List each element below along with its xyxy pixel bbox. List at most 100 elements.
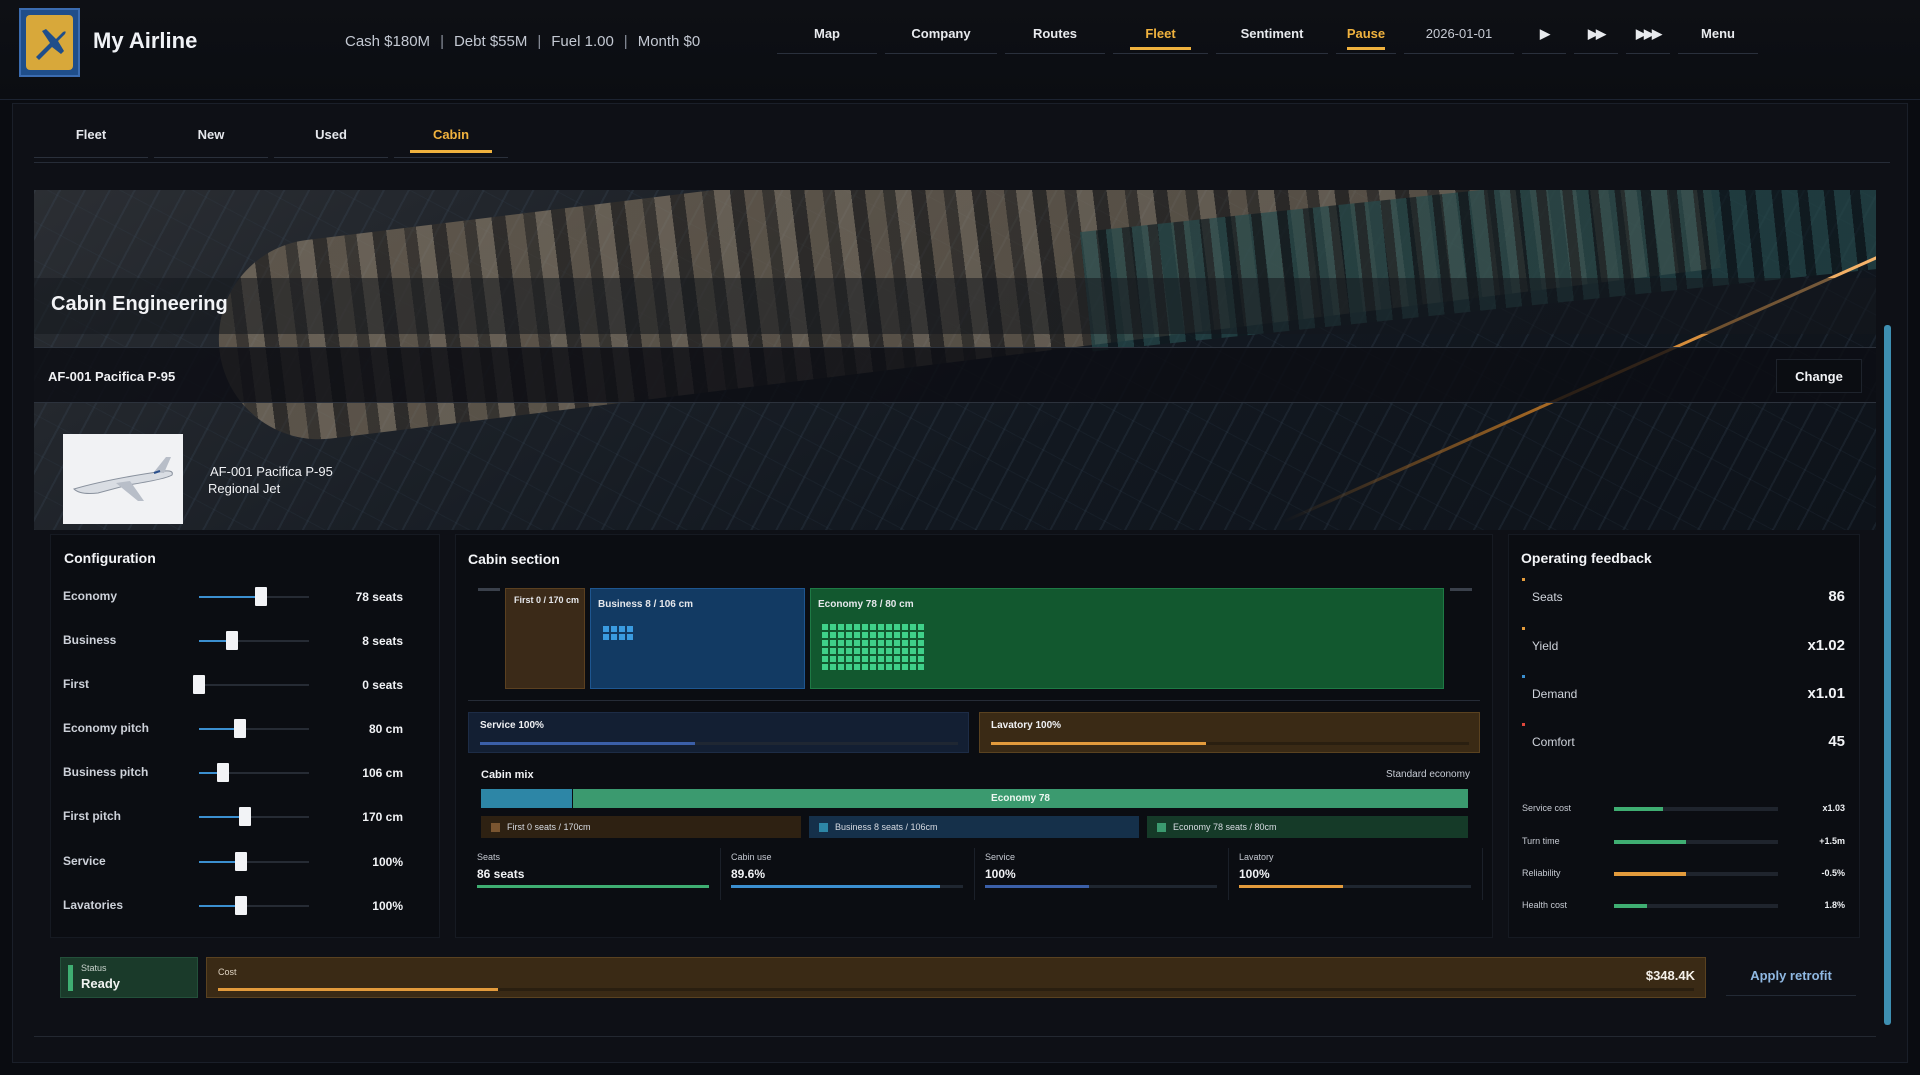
first-class-section[interactable]: First 0 / 170 cm xyxy=(505,588,585,689)
economy-seat xyxy=(862,664,868,670)
feedback-dot xyxy=(1522,723,1525,726)
cost-label: Cost xyxy=(218,967,237,977)
config-slider-business[interactable] xyxy=(226,631,238,650)
page-scrollbar[interactable] xyxy=(1884,325,1891,1025)
feedback-value: x1.01 xyxy=(1807,685,1845,702)
cabin-stat-track xyxy=(731,885,963,888)
config-label-business-pitch: Business pitch xyxy=(63,765,149,779)
config-value-lavatories: 100% xyxy=(372,899,403,913)
lavatory-level-box: Lavatory 100% xyxy=(979,712,1480,753)
economy-class-section[interactable]: Economy 78 / 80 cm xyxy=(810,588,1444,689)
fastest-forward-button[interactable]: ▶▶▶ xyxy=(1626,14,1670,54)
subtab-cabin[interactable]: Cabin xyxy=(394,112,508,158)
economy-seat xyxy=(846,648,852,654)
config-value-economy: 78 seats xyxy=(355,590,403,604)
lavatory-level-track xyxy=(991,742,1469,745)
cabin-stat-label: Lavatory xyxy=(1239,852,1274,862)
config-value-economy-pitch: 80 cm xyxy=(368,722,403,736)
config-row-first-pitch: First pitch 170 cm xyxy=(63,805,403,829)
subtabs-divider xyxy=(34,162,1890,163)
economy-seat xyxy=(846,664,852,670)
fast-forward-button[interactable]: ▶▶ xyxy=(1574,14,1618,54)
nav-company[interactable]: Company xyxy=(885,14,997,54)
cabin-stat-label: Service xyxy=(985,852,1016,862)
nav-sentiment[interactable]: Sentiment xyxy=(1216,14,1328,54)
feedback-meter-label: Health cost xyxy=(1522,900,1568,910)
feedback-meter-service-cost: Service cost x1.03 xyxy=(1522,801,1845,817)
legend-economy-label: Economy 78 seats / 80cm xyxy=(1173,822,1277,832)
economy-seat xyxy=(854,664,860,670)
economy-seat xyxy=(910,624,916,630)
economy-seat xyxy=(910,632,916,638)
economy-seat xyxy=(822,632,828,638)
economy-seat xyxy=(878,632,884,638)
feedback-meter-value: +1.5m xyxy=(1819,836,1845,846)
feedback-meter-value: -0.5% xyxy=(1821,868,1845,878)
economy-seat xyxy=(902,640,908,646)
economy-seat xyxy=(878,656,884,662)
config-row-lavatories: Lavatories 100% xyxy=(63,894,403,918)
config-row-economy: Economy 78 seats xyxy=(63,585,403,609)
jet-icon xyxy=(73,457,173,501)
operating-feedback-title: Operating feedback xyxy=(1521,550,1652,566)
business-seat xyxy=(627,634,633,640)
apply-retrofit-button[interactable]: Apply retrofit xyxy=(1726,956,1856,996)
economy-seat xyxy=(830,632,836,638)
status-label: Status xyxy=(81,963,107,973)
subtab-new[interactable]: New xyxy=(154,112,268,158)
config-slider-economy[interactable] xyxy=(255,587,267,606)
economy-seat xyxy=(902,632,908,638)
economy-seat xyxy=(854,656,860,662)
economy-seat xyxy=(918,624,924,630)
cabin-stat-track xyxy=(477,885,709,888)
nav-fleet[interactable]: Fleet xyxy=(1113,14,1208,54)
economy-seat xyxy=(918,632,924,638)
config-slider-business-pitch[interactable] xyxy=(217,763,229,782)
config-slider-lavatories[interactable] xyxy=(235,896,247,915)
economy-seat xyxy=(902,664,908,670)
subtab-used[interactable]: Used xyxy=(274,112,388,158)
cabin-mix-business-bar xyxy=(481,789,572,808)
feedback-meter-health-cost: Health cost 1.8% xyxy=(1522,898,1845,914)
business-seat xyxy=(603,634,609,640)
config-slider-first[interactable] xyxy=(193,675,205,694)
feedback-meter-reliability: Reliability -0.5% xyxy=(1522,866,1845,882)
change-aircraft-button[interactable]: Change xyxy=(1776,359,1862,393)
cabin-mix-note: Standard economy xyxy=(1386,769,1470,780)
cabin-stat-seats: Seats 86 seats xyxy=(477,848,721,900)
config-fill-economy xyxy=(199,596,261,598)
pause-button[interactable]: Pause xyxy=(1336,14,1396,54)
nav-routes[interactable]: Routes xyxy=(1005,14,1105,54)
feedback-meter-fill xyxy=(1614,904,1647,908)
config-slider-first-pitch[interactable] xyxy=(239,807,251,826)
business-class-section[interactable]: Business 8 / 106 cm xyxy=(590,588,805,689)
economy-seat xyxy=(878,664,884,670)
play-button[interactable]: ▶ xyxy=(1522,14,1566,54)
feedback-label: Demand xyxy=(1532,687,1578,701)
economy-seat xyxy=(910,664,916,670)
feedback-meter-fill xyxy=(1614,872,1686,876)
subtab-fleet[interactable]: Fleet xyxy=(34,112,148,158)
economy-seat xyxy=(822,664,828,670)
hero-title-bar xyxy=(34,278,1876,334)
feedback-value: 45 xyxy=(1828,733,1845,750)
cabin-stat-value: 86 seats xyxy=(477,867,525,881)
config-slider-service[interactable] xyxy=(235,852,247,871)
cabin-stat-lavatory: Lavatory 100% xyxy=(1239,848,1483,900)
cabin-stat-track xyxy=(985,885,1217,888)
menu-button[interactable]: Menu xyxy=(1678,14,1758,54)
app-title: My Airline xyxy=(93,28,198,53)
config-slider-economy-pitch[interactable] xyxy=(234,719,246,738)
feedback-meter-track xyxy=(1614,807,1778,811)
config-label-business: Business xyxy=(63,633,117,647)
economy-seat xyxy=(862,632,868,638)
nav-map[interactable]: Map xyxy=(777,14,877,54)
cabin-stat-label: Cabin use xyxy=(731,852,772,862)
page-title: Cabin Engineering xyxy=(51,293,228,315)
config-row-business-pitch: Business pitch 106 cm xyxy=(63,761,403,785)
economy-seat xyxy=(902,624,908,630)
cabin-mix-economy-bar: Economy 78 xyxy=(573,789,1468,808)
legend-first-label: First 0 seats / 170cm xyxy=(507,822,591,832)
feedback-meter-track xyxy=(1614,904,1778,908)
aircraft-name: AF-001 Pacifica P-95 xyxy=(210,464,333,479)
